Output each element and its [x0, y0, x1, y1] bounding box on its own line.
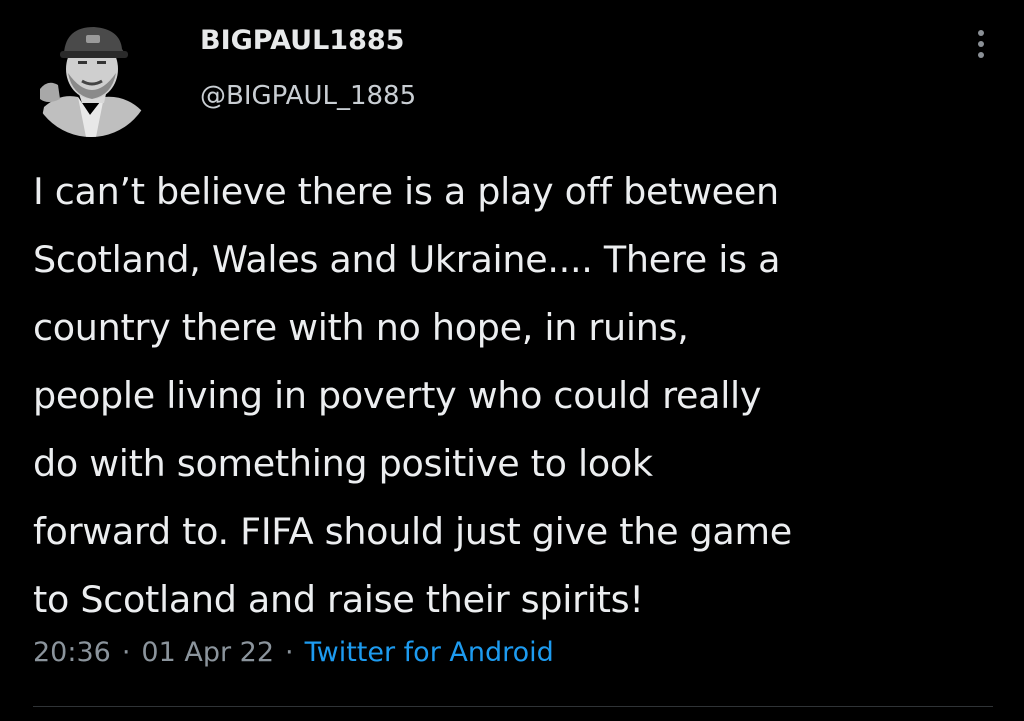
user-handle[interactable]: @BIGPAUL_1885 — [200, 81, 416, 111]
separator-dot: · — [285, 637, 294, 668]
separator-dot: · — [121, 637, 131, 668]
tweet-text: I can’t believe there is a play off betw… — [33, 170, 792, 621]
avatar[interactable] — [30, 15, 152, 137]
display-name[interactable]: BIGPAUL1885 — [200, 25, 404, 56]
tweet-time[interactable]: 20:36 — [33, 637, 111, 668]
tweet-metadata: 20:36 · 01 Apr 22 · Twitter for Android — [33, 637, 554, 668]
vertical-ellipsis-icon — [978, 52, 984, 58]
tweet-date[interactable]: 01 Apr 22 — [141, 637, 274, 668]
avatar-image — [30, 15, 152, 137]
tweet-card: BIGPAUL1885 @BIGPAUL_1885 I can’t believ… — [0, 0, 1024, 721]
vertical-ellipsis-icon — [978, 30, 984, 36]
more-options-button[interactable] — [966, 22, 996, 66]
divider — [33, 706, 993, 707]
tweet-source-link[interactable]: Twitter for Android — [305, 637, 554, 668]
vertical-ellipsis-icon — [978, 41, 984, 47]
